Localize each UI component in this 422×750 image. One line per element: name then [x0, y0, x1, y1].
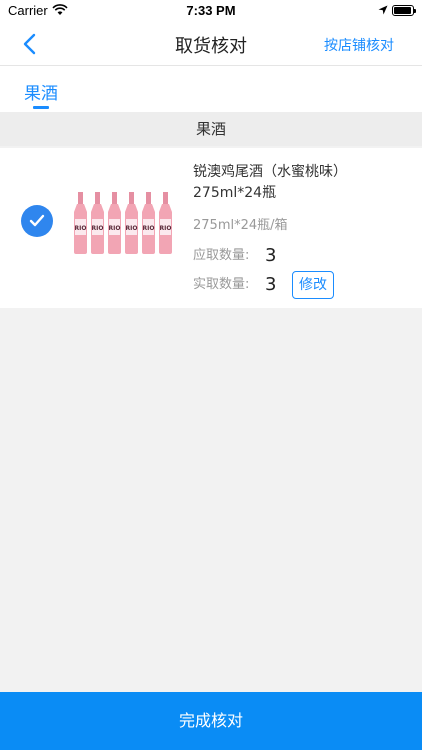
section-header: 果酒: [0, 112, 422, 146]
svg-text:RIO: RIO: [160, 225, 172, 232]
svg-text:RIO: RIO: [75, 225, 87, 232]
actual-quantity-value: 3: [265, 274, 277, 295]
category-tabs: 果酒: [0, 66, 422, 112]
location-arrow-icon: [378, 5, 388, 15]
expected-quantity-value: 3: [265, 245, 277, 266]
svg-text:RIO: RIO: [126, 225, 138, 232]
battery-icon: [392, 5, 416, 16]
checkbox-checked[interactable]: [21, 205, 53, 237]
svg-text:RIO: RIO: [92, 225, 104, 232]
tab-active-indicator: [33, 106, 49, 109]
bottle-graphic: RIO: [142, 192, 155, 254]
actual-quantity-row: 实取数量: 3: [193, 272, 276, 298]
check-by-store-button[interactable]: 按店铺核对: [324, 35, 394, 55]
status-time: 7:33 PM: [186, 3, 236, 18]
complete-check-button[interactable]: 完成核对: [0, 692, 422, 750]
expected-quantity-row: 应取数量: 3: [193, 243, 276, 269]
bottle-graphic: RIO: [159, 192, 172, 254]
bottle-graphic: RIO: [74, 192, 87, 254]
expected-quantity-label: 应取数量:: [193, 248, 250, 263]
checkmark-icon: [29, 214, 45, 227]
bottle-graphic: RIO: [108, 192, 121, 254]
bottle-graphic: RIO: [91, 192, 104, 254]
tab-fruit-wine[interactable]: 果酒: [24, 79, 58, 104]
edit-quantity-button[interactable]: 修改: [292, 271, 334, 299]
navigation-bar: 取货核对 按店铺核对: [0, 22, 422, 66]
product-card: RIO RIO RIO RIO RIO RIO 锐澳鸡尾酒（水蜜桃味）275ml*24瓶 …: [0, 148, 422, 308]
product-image: RIO RIO RIO RIO RIO RIO: [74, 192, 172, 254]
product-name: 锐澳鸡尾酒（水蜜桃味）275ml*24瓶: [193, 164, 347, 201]
status-bar: Carrier 7:33 PM: [0, 0, 422, 22]
bottle-graphic: RIO: [125, 192, 138, 254]
actual-quantity-label: 实取数量:: [193, 277, 250, 292]
svg-text:RIO: RIO: [143, 225, 155, 232]
product-spec: 275ml*24瓶/箱: [193, 218, 288, 233]
svg-text:RIO: RIO: [109, 225, 121, 232]
